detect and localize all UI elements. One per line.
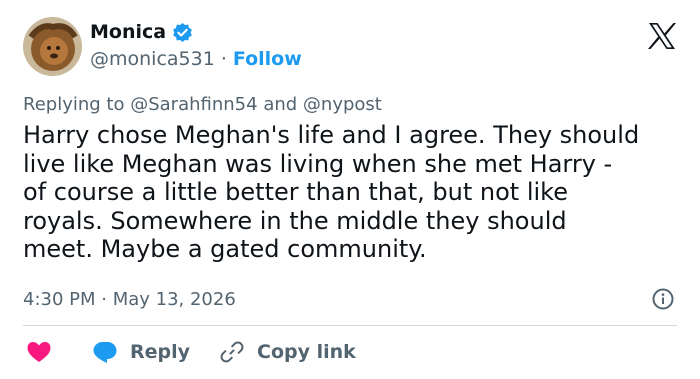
- tweet-text-line: meet. Maybe a gated community.: [23, 235, 427, 263]
- link-icon: [220, 341, 244, 363]
- divider: [23, 325, 677, 326]
- heart-icon: [27, 342, 51, 362]
- mention-link[interactable]: @nypost: [303, 94, 382, 115]
- tweet-text-line: of course a little better than that, but…: [23, 178, 568, 206]
- action-bar: Reply Copy link: [23, 336, 356, 368]
- tweet-text-line: royals. Somewhere in the middle they sho…: [23, 206, 567, 235]
- copy-link-button[interactable]: Copy link: [220, 340, 356, 364]
- reply-label: Reply: [130, 341, 191, 363]
- like-button[interactable]: [23, 340, 52, 364]
- verified-badge-icon: [173, 22, 192, 42]
- reply-conjunction: and: [263, 94, 298, 115]
- copy-link-label: Copy link: [257, 341, 356, 363]
- author-handle[interactable]: @monica531: [90, 47, 215, 71]
- reply-prefix: Replying to: [23, 94, 125, 115]
- speech-bubble-icon: [93, 342, 117, 363]
- tweet-timestamp[interactable]: 4:30 PM · May 13, 2026: [23, 288, 236, 312]
- tweet-text-line: Harry chose Meghan's life and I agree. T…: [23, 121, 640, 149]
- follow-button[interactable]: Follow: [233, 47, 302, 71]
- mention-link[interactable]: @Sarahfinn54: [130, 94, 257, 115]
- info-icon[interactable]: [652, 288, 674, 310]
- author-name[interactable]: Monica: [90, 20, 166, 44]
- tweet-text-line: live like Meghan was living when she met…: [23, 149, 613, 178]
- separator-dot: ·: [220, 48, 227, 70]
- x-logo-icon[interactable]: [647, 22, 677, 50]
- reply-button[interactable]: Reply: [92, 340, 190, 364]
- avatar[interactable]: [23, 17, 82, 76]
- reply-context: Replying to @Sarahfinn54 and @nypost: [23, 93, 382, 117]
- tweet-text: Harry chose Meghan's life and I agree. T…: [23, 121, 683, 264]
